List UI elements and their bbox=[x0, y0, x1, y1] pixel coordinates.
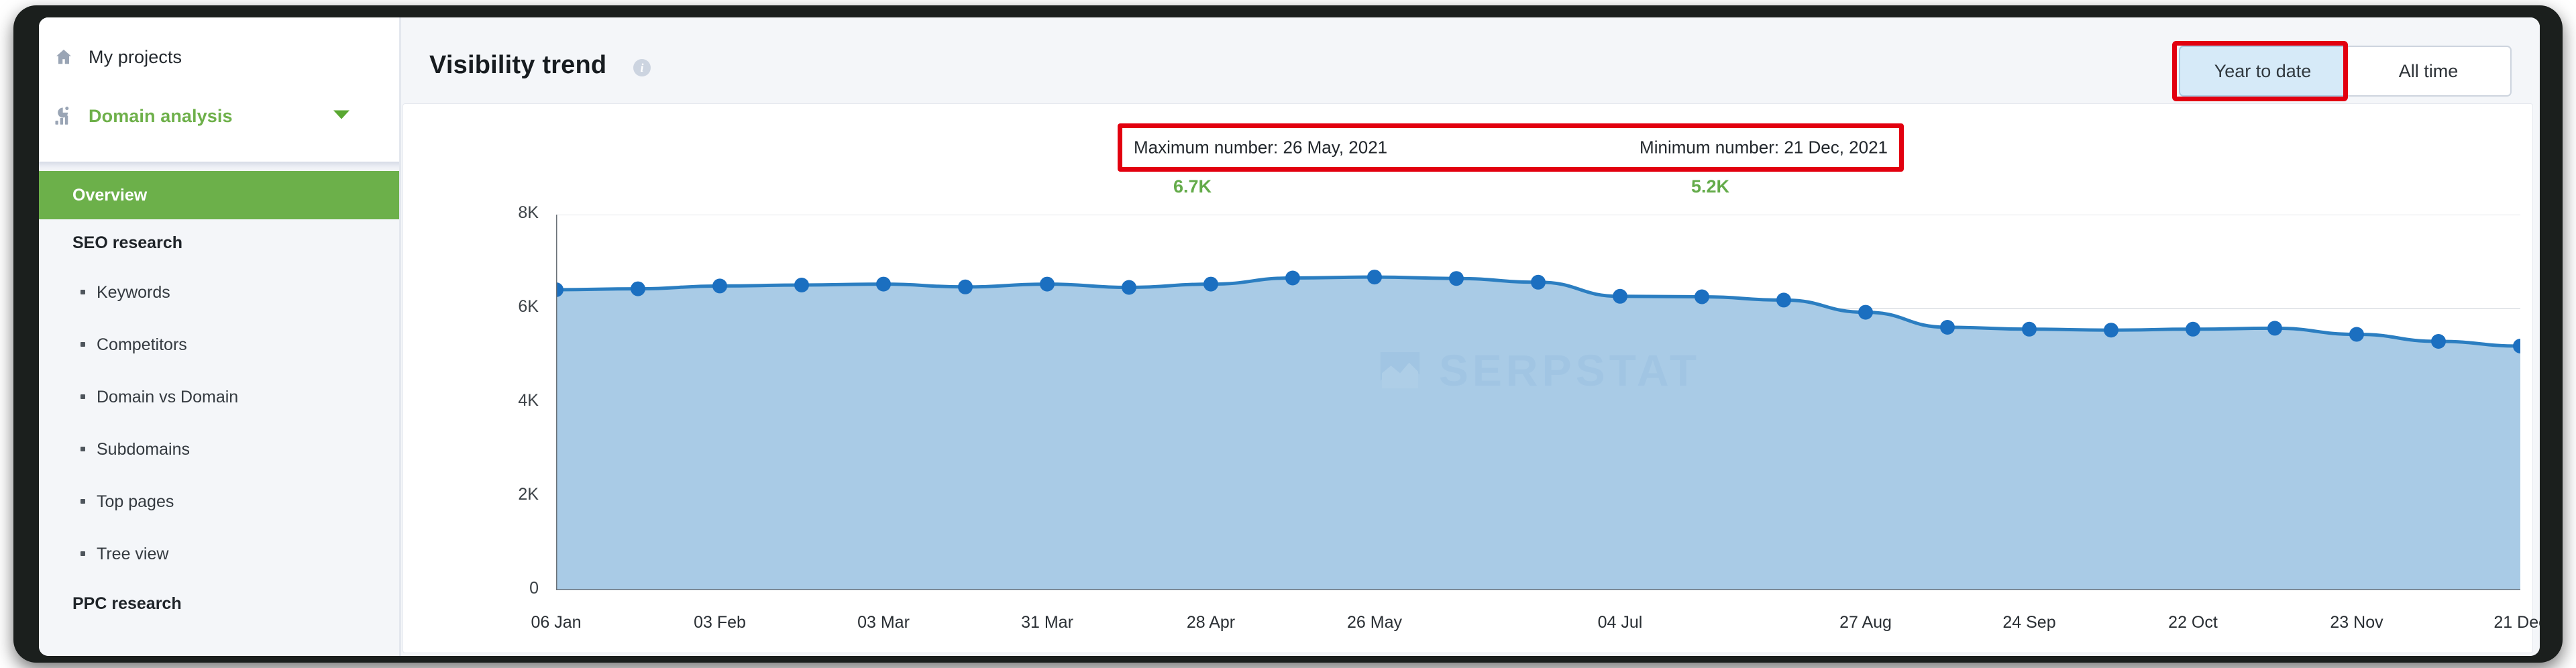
maximum-number-value: 6.7K bbox=[1173, 176, 1212, 197]
x-axis-tick-label: 06 Jan bbox=[531, 613, 582, 632]
range-button-label: Year to date bbox=[2214, 60, 2312, 81]
page-title: Visibility trend bbox=[429, 51, 607, 79]
sidebar-menu: Overview SEO research Keywords Competito… bbox=[39, 171, 401, 627]
analytics-icon bbox=[39, 105, 89, 127]
y-axis-tick-label: 4K bbox=[518, 391, 539, 410]
minimum-number-label: Minimum number: 21 Dec, 2021 bbox=[1640, 137, 1888, 158]
sidebar-item-label: Domain analysis bbox=[89, 105, 233, 126]
range-button-all-time[interactable]: All time bbox=[2345, 46, 2512, 97]
date-range-toggle: Year to date All time bbox=[2179, 46, 2512, 97]
sidebar-item-label: Subdomains bbox=[97, 439, 190, 459]
bullet-icon bbox=[80, 446, 85, 451]
sidebar-item-competitors[interactable]: Competitors bbox=[39, 319, 401, 371]
x-axis-tick-label: 23 Nov bbox=[2330, 613, 2383, 632]
sidebar-item-top-pages[interactable]: Top pages bbox=[39, 476, 401, 528]
sidebar-item-label: My projects bbox=[89, 46, 182, 67]
x-axis-tick-label: 21 Dec bbox=[2493, 613, 2540, 632]
sidebar-item-label: Overview bbox=[72, 185, 148, 205]
sidebar: My projects Domain analysis Overview SEO… bbox=[39, 17, 401, 656]
x-axis-tick-label: 24 Sep bbox=[2002, 613, 2056, 632]
sidebar-item-tree-view[interactable]: Tree view bbox=[39, 528, 401, 580]
main-content: Visibility trend i Year to date All time bbox=[401, 17, 2540, 656]
x-axis-tick-label: 22 Oct bbox=[2168, 613, 2218, 632]
y-axis-tick-label: 8K bbox=[518, 203, 539, 222]
bullet-icon bbox=[80, 341, 85, 347]
bullet-icon bbox=[80, 551, 85, 556]
x-axis-tick-label: 27 Aug bbox=[1839, 613, 1892, 632]
x-axis-tick-label: 03 Feb bbox=[694, 613, 746, 632]
y-axis-tick-label: 2K bbox=[518, 485, 539, 504]
sidebar-item-label: Top pages bbox=[97, 492, 174, 511]
sidebar-item-my-projects[interactable]: My projects bbox=[39, 32, 401, 82]
sidebar-item-subdomains[interactable]: Subdomains bbox=[39, 423, 401, 476]
sidebar-item-label: Tree view bbox=[97, 544, 169, 563]
sidebar-item-domain-vs-domain[interactable]: Domain vs Domain bbox=[39, 371, 401, 423]
sidebar-item-label: Keywords bbox=[97, 282, 170, 302]
sidebar-group-label: PPC research bbox=[72, 594, 182, 613]
screen-root: My projects Domain analysis Overview SEO… bbox=[0, 0, 2576, 668]
bullet-icon bbox=[80, 394, 85, 399]
y-axis-tick-label: 0 bbox=[529, 579, 539, 598]
info-icon[interactable]: i bbox=[633, 59, 651, 76]
chevron-down-icon[interactable] bbox=[331, 108, 352, 125]
bullet-icon bbox=[80, 498, 85, 504]
x-axis-tick-label: 04 Jul bbox=[1597, 613, 1643, 632]
visibility-area-chart bbox=[556, 215, 2520, 590]
x-axis-tick-label: 28 Apr bbox=[1186, 613, 1236, 632]
app-viewport: My projects Domain analysis Overview SEO… bbox=[39, 17, 2540, 656]
sidebar-group-label: SEO research bbox=[72, 233, 182, 252]
maximum-number-label: Maximum number: 26 May, 2021 bbox=[1134, 137, 1388, 158]
visibility-trend-chart-card: Maximum number: 26 May, 2021 Minimum num… bbox=[402, 103, 2540, 653]
chart-plot-area: SERPSTAT bbox=[556, 215, 2520, 590]
range-button-year-to-date[interactable]: Year to date bbox=[2179, 46, 2345, 97]
sidebar-item-keywords[interactable]: Keywords bbox=[39, 266, 401, 319]
y-axis-tick-label: 6K bbox=[518, 297, 539, 316]
minimum-number-value: 5.2K bbox=[1691, 176, 1730, 197]
sidebar-item-domain-analysis[interactable]: Domain analysis bbox=[39, 91, 401, 141]
sidebar-item-label: Domain vs Domain bbox=[97, 387, 239, 406]
sidebar-item-label: Competitors bbox=[97, 335, 187, 354]
x-axis-tick-label: 03 Mar bbox=[857, 613, 910, 632]
sidebar-divider bbox=[39, 162, 401, 171]
annotation-highlight-minmax-banner: Maximum number: 26 May, 2021 Minimum num… bbox=[1118, 123, 1904, 172]
home-icon bbox=[39, 47, 89, 67]
bullet-icon bbox=[80, 289, 85, 294]
sidebar-group-seo-research: SEO research bbox=[39, 219, 401, 266]
x-axis-tick-label: 31 Mar bbox=[1021, 613, 1073, 632]
sidebar-item-overview[interactable]: Overview bbox=[39, 171, 401, 219]
content-header: Visibility trend i Year to date All time bbox=[401, 17, 2540, 103]
x-axis-tick-label: 26 May bbox=[1347, 613, 1402, 632]
device-frame: My projects Domain analysis Overview SEO… bbox=[13, 5, 2563, 663]
sidebar-top-nav: My projects Domain analysis bbox=[39, 17, 401, 162]
sidebar-group-ppc-research: PPC research bbox=[39, 580, 401, 627]
range-button-label: All time bbox=[2398, 60, 2459, 81]
